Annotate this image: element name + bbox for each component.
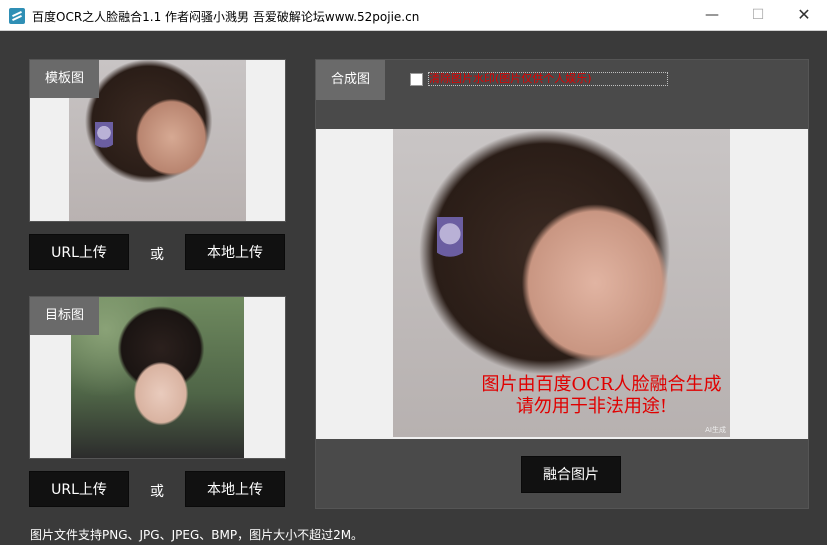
result-image-label: 合成图	[316, 60, 386, 100]
template-image-label: 模板图	[30, 60, 100, 98]
remove-watermark-checkbox[interactable]	[410, 73, 423, 86]
window-title: 百度OCR之人脸融合1.1 作者闷骚小溅男 吾爱破解论坛www.52pojie.…	[32, 10, 420, 24]
merge-image-button[interactable]: 融合图片	[521, 456, 621, 493]
hair-flower-decoration	[437, 217, 463, 273]
result-panel: 合成图 清除图片水印(图片仅供个人娱乐) 图片由百度OCR人脸融合生成 请勿用于…	[315, 59, 809, 509]
template-url-upload-button[interactable]: URL上传	[29, 234, 129, 270]
watermark-line-2: 请勿用于非法用途!	[515, 396, 668, 417]
template-or-text: 或	[150, 247, 164, 263]
target-url-upload-button[interactable]: URL上传	[29, 471, 129, 507]
result-photo: 图片由百度OCR人脸融合生成 请勿用于非法用途! AI生成	[393, 129, 730, 437]
template-image-panel[interactable]: 模板图	[29, 59, 286, 222]
minimize-button[interactable]: —	[689, 0, 735, 31]
target-image-panel[interactable]: 目标图	[29, 296, 286, 459]
app-icon	[9, 8, 25, 24]
maximize-button[interactable]: ☐	[735, 0, 781, 31]
hair-flower-decoration	[95, 122, 113, 158]
target-local-upload-button[interactable]: 本地上传	[185, 471, 285, 507]
template-local-upload-button[interactable]: 本地上传	[185, 234, 285, 270]
target-image-label: 目标图	[30, 297, 100, 335]
file-format-note: 图片文件支持PNG、JPG、JPEG、BMP，图片大小不超过2M。	[30, 528, 364, 542]
title-bar: 百度OCR之人脸融合1.1 作者闷骚小溅男 吾爱破解论坛www.52pojie.…	[0, 0, 827, 31]
watermark-line-1: 图片由百度OCR人脸融合生成	[481, 374, 722, 395]
target-or-text: 或	[150, 484, 164, 500]
ai-generated-tag: AI生成	[705, 426, 726, 434]
close-button[interactable]: ✕	[781, 0, 827, 31]
result-image-view: 图片由百度OCR人脸融合生成 请勿用于非法用途! AI生成	[316, 129, 808, 439]
remove-watermark-label[interactable]: 清除图片水印(图片仅供个人娱乐)	[428, 72, 668, 86]
